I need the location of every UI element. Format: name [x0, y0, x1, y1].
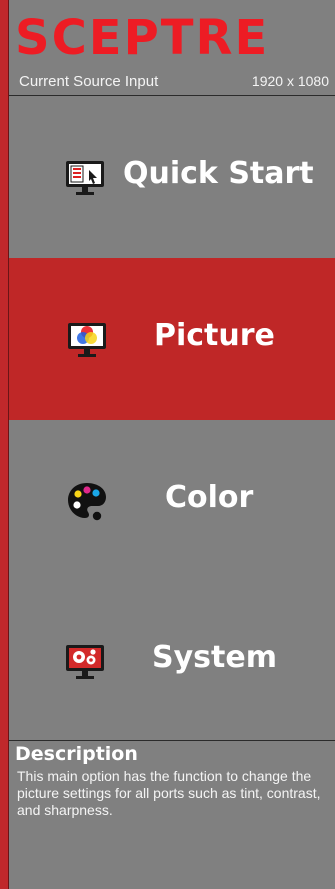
menu-item-label: System: [152, 640, 277, 675]
menu-item-picture[interactable]: Picture: [9, 258, 335, 420]
menu-item-label: Quick Start: [123, 156, 314, 191]
menu-item-label: Color: [165, 480, 254, 515]
left-accent-bar: [0, 0, 9, 889]
sceptre-logo: SCEPTRE: [15, 10, 269, 62]
monitor-gears-icon: [66, 645, 104, 679]
menu-item-label: Picture: [154, 318, 275, 353]
resolution-value: 1920 x 1080: [251, 73, 329, 89]
header: SCEPTRE Current Source Input 1920 x 1080: [9, 0, 335, 96]
description-title: Description: [15, 743, 138, 765]
current-source-label: Current Source Input: [19, 73, 159, 90]
menu-item-system[interactable]: System: [9, 580, 335, 742]
palette-icon: [68, 483, 106, 521]
monitor-rgb-icon: [68, 323, 106, 357]
monitor-cursor-icon: [66, 161, 104, 195]
description-panel: Description This main option has the fun…: [9, 740, 335, 889]
menu-item-color[interactable]: Color: [9, 420, 335, 582]
menu-item-quick-start[interactable]: Quick Start: [9, 96, 335, 258]
logo-text: SCEPTRE: [15, 10, 269, 62]
osd-menu: SCEPTRE Current Source Input 1920 x 1080…: [0, 0, 335, 889]
description-text: This main option has the function to cha…: [17, 768, 321, 818]
